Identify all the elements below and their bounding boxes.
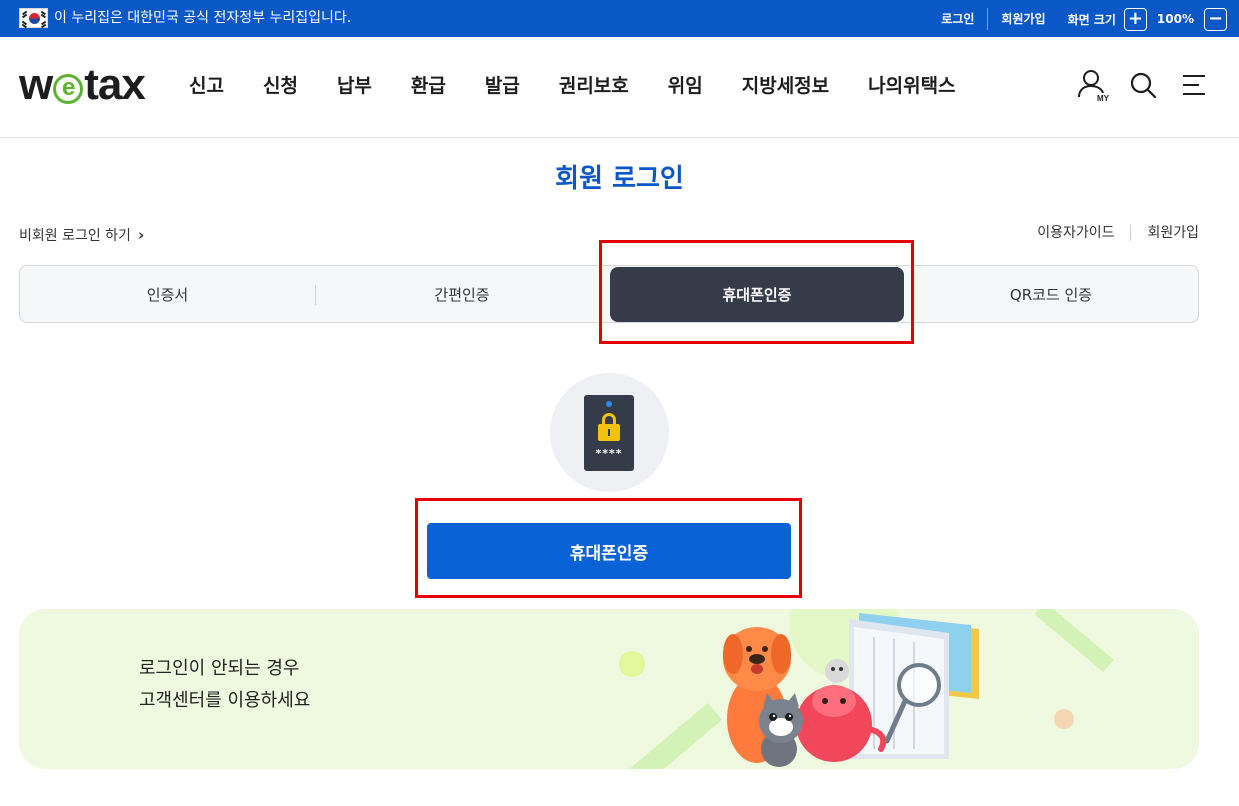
top-signup-link[interactable]: 회원가입	[988, 8, 1058, 30]
nav-item-pay[interactable]: 납부	[337, 73, 372, 99]
site-header: w e tax 신고 신청 납부 환급 발급 권리보호 위임 지방세정보 나의위택스…	[0, 37, 1239, 138]
help-text-line2: 고객센터를 이용하세요	[139, 690, 311, 711]
svg-text:MY: MY	[1097, 94, 1110, 103]
zoom-out-button[interactable]: −	[1204, 7, 1227, 31]
highlight-box-tab	[599, 240, 914, 344]
nav-item-delegation[interactable]: 위임	[668, 73, 703, 99]
gov-banner-text: 이 누리집은 대한민국 공식 전자정부 누리집입니다.	[54, 10, 352, 26]
nav-item-rights[interactable]: 권리보호	[559, 73, 629, 99]
help-text-line1: 로그인이 안되는 경우	[139, 658, 300, 679]
gray-cat-mascot	[759, 693, 803, 767]
header-icons: MY	[1061, 67, 1211, 103]
phone-lock-icon: ****	[550, 373, 669, 492]
logo-letters-tax: tax	[84, 60, 146, 109]
tab-certificate[interactable]: 인증서	[20, 266, 315, 322]
chevron-right-icon: ›	[137, 226, 145, 244]
nonmember-login-label: 비회원 로그인 하기	[19, 228, 131, 244]
nav-item-report[interactable]: 신고	[189, 73, 224, 99]
main-nav: 신고 신청 납부 환급 발급 권리보호 위임 지방세정보 나의위택스	[189, 73, 956, 99]
nonmember-login-link[interactable]: 비회원 로그인 하기 ›	[19, 225, 144, 245]
top-login-link[interactable]: 로그인	[928, 8, 989, 30]
deco-dot	[619, 651, 645, 677]
search-icon[interactable]	[1125, 67, 1161, 103]
phone-body: ****	[584, 395, 634, 471]
zoom-in-button[interactable]: +	[1123, 7, 1147, 31]
help-banner[interactable]: 로그인이 안되는 경우 고객센터를 이용하세요	[19, 609, 1199, 769]
menu-icon[interactable]	[1175, 67, 1211, 103]
nav-item-my-wetax[interactable]: 나의위택스	[868, 73, 955, 99]
phone-auth-button[interactable]: 휴대폰인증	[427, 523, 791, 579]
logo-letter-e: e	[53, 74, 84, 104]
tab-qr-auth[interactable]: QR코드 인증	[904, 266, 1198, 322]
signup-link[interactable]: 회원가입	[1130, 225, 1199, 241]
logo-letter-w: w	[19, 60, 53, 109]
page-title: 회원 로그인	[555, 164, 684, 194]
mascot-illustration	[723, 613, 979, 767]
nav-item-issue[interactable]: 발급	[485, 73, 520, 99]
my-page-icon[interactable]: MY	[1075, 67, 1111, 103]
deco-stripe	[1034, 609, 1114, 673]
user-guide-link[interactable]: 이용자가이드	[1021, 225, 1130, 241]
utility-links: 이용자가이드 회원가입	[1021, 225, 1199, 241]
zoom-value: 100%	[1156, 12, 1194, 26]
nav-item-local-tax-info[interactable]: 지방세정보	[742, 73, 829, 99]
nav-item-refund[interactable]: 환급	[411, 73, 446, 99]
gov-utility: 로그인 회원가입 화면 크기 + 100% −	[928, 7, 1227, 31]
korea-flag-icon	[19, 8, 48, 28]
nav-item-apply[interactable]: 신청	[263, 73, 298, 99]
gov-banner: 이 누리집은 대한민국 공식 전자정부 누리집입니다. 로그인 회원가입 화면 …	[0, 0, 1239, 37]
phone-camera-dot	[606, 401, 612, 407]
lock-icon	[598, 424, 620, 441]
zoom-label: 화면 크기	[1067, 12, 1116, 27]
tab-simple-auth[interactable]: 간편인증	[316, 266, 608, 322]
deco-dot	[1054, 709, 1074, 729]
wetax-logo[interactable]: w e tax	[19, 60, 146, 109]
masked-code: ****	[595, 447, 623, 460]
